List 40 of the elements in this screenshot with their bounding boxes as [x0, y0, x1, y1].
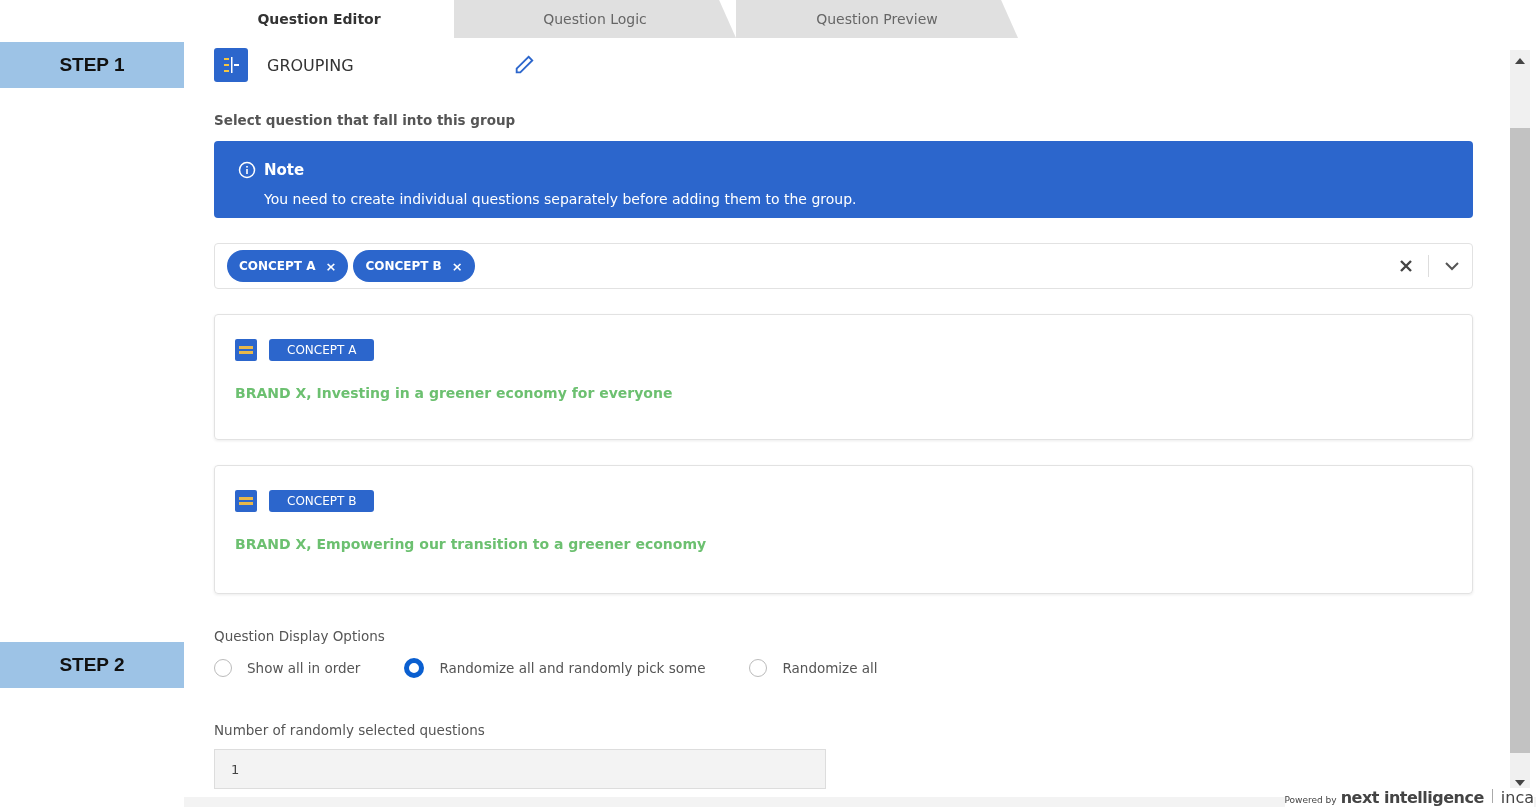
remove-tag-button[interactable]: × [451, 258, 463, 274]
question-icon [235, 490, 257, 512]
question-select[interactable]: CONCEPT A × CONCEPT B × [214, 243, 1473, 289]
group-title: GROUPING [267, 55, 355, 75]
radio-option[interactable]: Show all in order [214, 659, 361, 677]
remove-tag-button[interactable]: × [325, 258, 337, 274]
step-label: STEP 2 [0, 642, 184, 688]
brand-logo: next intelligence [1340, 788, 1484, 807]
question-tag: CONCEPT A [269, 339, 375, 361]
radio-option[interactable]: Randomize all [749, 659, 878, 677]
info-icon [238, 161, 256, 179]
chevron-down-icon[interactable] [1444, 261, 1460, 271]
scrollbar[interactable] [1510, 50, 1530, 790]
grouping-icon [214, 48, 248, 82]
field-label: Question Display Options [214, 628, 386, 644]
question-text: BRAND X, Empowering our transition to a greener economy [235, 536, 708, 552]
product-logo: inca [1500, 788, 1534, 807]
tab[interactable]: Question Preview [736, 0, 1018, 38]
field-label: Select question that fall into this group [214, 112, 517, 128]
tag-label: CONCEPT A [239, 259, 316, 273]
radio-icon[interactable] [404, 658, 425, 678]
question-tag: CONCEPT B [269, 490, 375, 512]
radio-option[interactable]: Randomize all and randomly pick some [404, 658, 706, 678]
edit-icon[interactable] [513, 54, 535, 76]
tag-label: CONCEPT B [365, 259, 442, 273]
tab[interactable]: Question Logic [454, 0, 736, 38]
scroll-down-icon[interactable] [1515, 780, 1525, 786]
question-icon [235, 339, 257, 361]
scroll-up-icon[interactable] [1515, 58, 1525, 64]
field-label: Number of randomly selected questions [214, 722, 486, 738]
note-title: Note [264, 161, 306, 181]
note-text: You need to create individual questions separately before adding them to the group. [264, 190, 858, 209]
step-label: STEP 1 [0, 42, 184, 88]
radio-icon[interactable] [749, 659, 768, 677]
question-text: BRAND X, Investing in a greener economy for everyone [235, 385, 674, 401]
scrollbar-thumb[interactable] [1510, 128, 1530, 753]
radio-icon[interactable] [214, 659, 232, 677]
powered-by-text: Powered by [1284, 795, 1337, 805]
number-field[interactable]: 1 [214, 749, 826, 789]
clear-icon[interactable] [1399, 259, 1413, 273]
